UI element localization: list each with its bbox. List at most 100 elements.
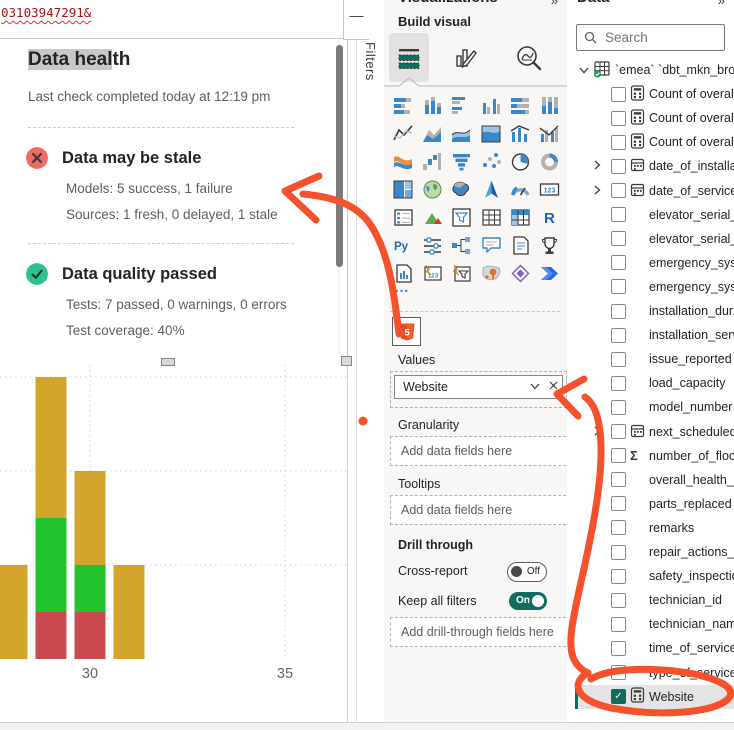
field-checkbox[interactable]: [611, 304, 626, 319]
gauge-icon[interactable]: [506, 175, 535, 203]
field-checkbox[interactable]: [611, 496, 626, 511]
field-checkbox[interactable]: [611, 352, 626, 367]
stacked-area-100-icon[interactable]: [477, 119, 506, 147]
donut-chart-icon[interactable]: [535, 147, 564, 175]
tab-format-visual[interactable]: [448, 40, 482, 76]
field-row-issue-reported[interactable]: issue_reported: [567, 347, 734, 371]
field-row-elevator-serial[interactable]: elevator_serial_...: [567, 203, 734, 227]
cross-report-toggle[interactable]: Off: [507, 562, 547, 582]
smart-narrative-icon[interactable]: [506, 231, 535, 259]
tab-build-visual[interactable]: [389, 33, 429, 82]
field-checkbox[interactable]: [611, 159, 626, 174]
get-more-visuals-button[interactable]: …: [394, 279, 410, 296]
field-checkbox[interactable]: [611, 87, 626, 102]
field-row-technician-id[interactable]: technician_id: [567, 588, 734, 612]
power-automate-icon[interactable]: [535, 259, 564, 287]
field-checkbox[interactable]: [611, 593, 626, 608]
field-row-count-of-overal[interactable]: Count of overal...: [567, 82, 734, 106]
field-checkbox[interactable]: [611, 183, 626, 198]
keep-all-filters-toggle[interactable]: On: [509, 592, 547, 610]
field-row-installation-dur[interactable]: installation_dur...: [567, 299, 734, 323]
table-icon[interactable]: [477, 203, 506, 231]
field-row-number-of-floo[interactable]: Σnumber_of_floo...: [567, 444, 734, 468]
field-checkbox[interactable]: [611, 641, 626, 656]
metrics-icon[interactable]: [535, 231, 564, 259]
field-checkbox[interactable]: [611, 376, 626, 391]
waterfall-chart-icon[interactable]: [418, 147, 447, 175]
resize-handle[interactable]: [161, 358, 175, 366]
azure-map-icon[interactable]: [477, 175, 506, 203]
line-clustered-column-combo-icon[interactable]: [535, 119, 564, 147]
field-row-next-scheduled[interactable]: next_scheduled...: [567, 420, 734, 444]
values-field-chip[interactable]: Website: [395, 380, 526, 394]
python-script-icon[interactable]: Py: [389, 231, 418, 259]
field-checkbox[interactable]: [611, 448, 626, 463]
field-row-emergency-syst[interactable]: emergency_syst...: [567, 275, 734, 299]
tooltips-field-well[interactable]: Add data fields here: [390, 495, 571, 525]
field-row-date-of-installa[interactable]: date_of_installa...: [567, 154, 734, 178]
decomposition-tree-icon[interactable]: [447, 231, 476, 259]
field-checkbox[interactable]: [611, 328, 626, 343]
field-row-technician-name[interactable]: technician_name: [567, 612, 734, 636]
field-checkbox[interactable]: [611, 424, 626, 439]
ribbon-chart-icon[interactable]: [389, 147, 418, 175]
funnel-chart-icon[interactable]: [447, 147, 476, 175]
values-field-well[interactable]: Website: [390, 371, 567, 408]
kpi-icon[interactable]: [418, 203, 447, 231]
granularity-field-well[interactable]: Add data fields here: [390, 436, 571, 466]
field-row-date-of-service[interactable]: date_of_service: [567, 179, 734, 203]
chevron-right-icon[interactable]: [594, 159, 601, 173]
field-row-repair-actions-t[interactable]: repair_actions_t...: [567, 540, 734, 564]
field-row-remarks[interactable]: remarks: [567, 516, 734, 540]
resize-handle[interactable]: [341, 356, 352, 366]
map-icon[interactable]: [418, 175, 447, 203]
field-row-parts-replaced[interactable]: parts_replaced: [567, 492, 734, 516]
field-checkbox[interactable]: [611, 207, 626, 222]
stacked-column-chart-icon[interactable]: [418, 91, 447, 119]
stacked-column-chart-visual[interactable]: 3035: [0, 362, 348, 722]
stacked-bar-100-icon[interactable]: [506, 91, 535, 119]
drill-through-field-well[interactable]: Add drill-through fields here: [390, 617, 571, 647]
filled-map-icon[interactable]: [447, 175, 476, 203]
chevron-down-icon[interactable]: [579, 63, 589, 77]
remove-field-icon[interactable]: [544, 381, 562, 393]
lightning-card-icon[interactable]: 123: [418, 259, 447, 287]
clustered-bar-chart-icon[interactable]: [447, 91, 476, 119]
html-content-visual-icon[interactable]: 5: [392, 317, 421, 346]
field-row-count-of-overal[interactable]: Count of overal...: [567, 106, 734, 130]
data-health-card[interactable]: Data health Last check completed today a…: [0, 39, 348, 361]
field-checkbox[interactable]: [611, 545, 626, 560]
scrollbar-thumb[interactable]: [336, 45, 343, 267]
field-row-installation-serv[interactable]: installation_serv...: [567, 323, 734, 347]
minimize-button[interactable]: —: [343, 0, 369, 40]
field-checkbox[interactable]: [611, 255, 626, 270]
field-row-website[interactable]: ✓Website: [567, 685, 734, 709]
stacked-area-chart-icon[interactable]: [447, 119, 476, 147]
field-row-safety-inspectio[interactable]: safety_inspectio...: [567, 564, 734, 588]
line-stacked-column-combo-icon[interactable]: [506, 119, 535, 147]
table-row-root[interactable]: `emea` `dbt_mkn_bron...: [567, 58, 734, 82]
treemap-icon[interactable]: [389, 175, 418, 203]
arcgis-map-icon[interactable]: [477, 259, 506, 287]
field-checkbox[interactable]: [611, 400, 626, 415]
qna-icon[interactable]: [477, 231, 506, 259]
pie-chart-icon[interactable]: [506, 147, 535, 175]
field-row-emergency-syst[interactable]: emergency_syst...: [567, 251, 734, 275]
field-row-count-of-overal[interactable]: Count of overal...: [567, 130, 734, 154]
appsource-visual-icon[interactable]: [506, 259, 535, 287]
button-slicer-icon[interactable]: [418, 231, 447, 259]
field-checkbox[interactable]: [611, 569, 626, 584]
field-checkbox[interactable]: [611, 231, 626, 246]
area-chart-icon[interactable]: [418, 119, 447, 147]
field-row-overall-health-c[interactable]: overall_health_c...: [567, 468, 734, 492]
scatter-chart-icon[interactable]: [477, 147, 506, 175]
field-checkbox[interactable]: [611, 665, 626, 680]
field-row-time-of-service[interactable]: time_of_service: [567, 636, 734, 660]
field-row-load-capacity[interactable]: load_capacity: [567, 371, 734, 395]
card-icon[interactable]: 123: [535, 175, 564, 203]
field-checkbox[interactable]: [611, 279, 626, 294]
lightning-slicer-icon[interactable]: [447, 259, 476, 287]
field-row-type-of-service[interactable]: type_of_service: [567, 661, 734, 685]
line-chart-icon[interactable]: [389, 119, 418, 147]
field-checkbox[interactable]: [611, 111, 626, 126]
